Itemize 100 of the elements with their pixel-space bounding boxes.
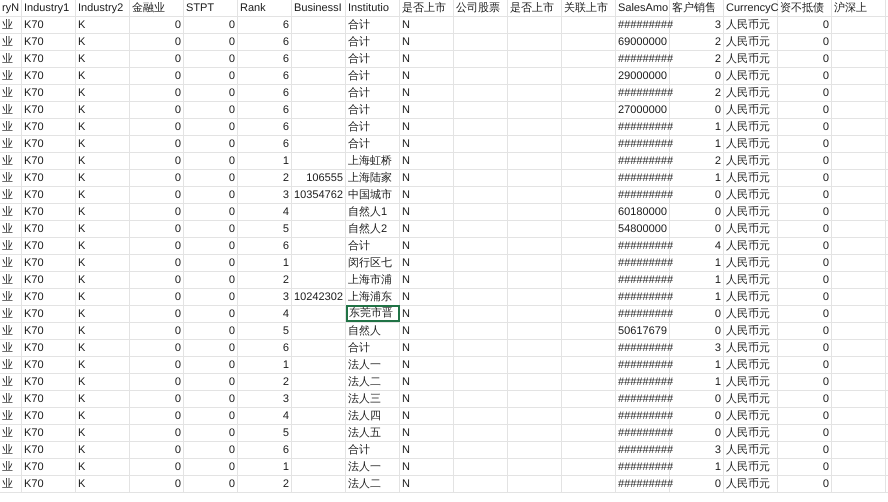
- table-cell[interactable]: 69000000: [616, 34, 670, 50]
- table-cell[interactable]: 0: [184, 459, 238, 475]
- table-cell[interactable]: 业: [0, 102, 22, 118]
- table-cell[interactable]: 人民币元: [724, 119, 778, 135]
- table-cell[interactable]: 0: [130, 238, 184, 254]
- table-cell[interactable]: K: [76, 408, 130, 424]
- table-cell[interactable]: N: [400, 442, 454, 458]
- table-cell[interactable]: 法人二: [346, 374, 400, 390]
- table-cell[interactable]: N: [400, 153, 454, 169]
- table-cell[interactable]: K70: [22, 442, 76, 458]
- table-cell[interactable]: 0: [778, 323, 832, 339]
- table-cell[interactable]: K70: [22, 221, 76, 237]
- table-cell[interactable]: 上海陆家: [346, 170, 400, 186]
- table-cell[interactable]: 0: [778, 119, 832, 135]
- table-cell[interactable]: 业: [0, 323, 22, 339]
- table-cell[interactable]: 0: [778, 204, 832, 220]
- table-cell[interactable]: 合计: [346, 34, 400, 50]
- table-cell[interactable]: 业: [0, 425, 22, 441]
- table-cell[interactable]: K: [76, 136, 130, 152]
- table-cell[interactable]: 业: [0, 136, 22, 152]
- table-cell[interactable]: K70: [22, 391, 76, 407]
- table-cell[interactable]: N: [400, 340, 454, 356]
- table-cell[interactable]: 人民币元: [724, 408, 778, 424]
- table-cell[interactable]: N: [400, 272, 454, 288]
- table-cell[interactable]: 0: [130, 102, 184, 118]
- table-cell[interactable]: 业: [0, 68, 22, 84]
- table-cell[interactable]: 0: [778, 459, 832, 475]
- table-cell[interactable]: 60180000: [616, 204, 670, 220]
- table-cell[interactable]: 0: [184, 238, 238, 254]
- table-cell[interactable]: 东莞市晋: [346, 305, 400, 322]
- table-cell[interactable]: 人民币元: [724, 136, 778, 152]
- table-cell[interactable]: 0: [130, 204, 184, 220]
- table-cell[interactable]: N: [400, 357, 454, 373]
- table-cell[interactable]: K: [76, 255, 130, 271]
- table-cell[interactable]: N: [400, 289, 454, 305]
- table-cell[interactable]: 0: [184, 102, 238, 118]
- table-cell[interactable]: 业: [0, 272, 22, 288]
- table-cell[interactable]: 上海浦东: [346, 289, 400, 305]
- table-cell[interactable]: 0: [184, 374, 238, 390]
- table-cell[interactable]: 0: [130, 442, 184, 458]
- table-cell[interactable]: K70: [22, 255, 76, 271]
- table-cell[interactable]: 法人三: [346, 391, 400, 407]
- table-cell[interactable]: 0: [130, 476, 184, 492]
- table-cell[interactable]: 0: [184, 306, 238, 322]
- table-cell[interactable]: 业: [0, 374, 22, 390]
- table-cell[interactable]: 闵行区七: [346, 255, 400, 271]
- table-cell[interactable]: 4: [238, 408, 292, 424]
- table-cell[interactable]: 0: [670, 204, 724, 220]
- table-cell[interactable]: 0: [184, 272, 238, 288]
- table-cell[interactable]: N: [400, 17, 454, 33]
- table-cell[interactable]: 0: [778, 51, 832, 67]
- table-cell[interactable]: 5: [238, 221, 292, 237]
- table-cell[interactable]: 0: [130, 374, 184, 390]
- table-cell[interactable]: 人民币元: [724, 357, 778, 373]
- table-cell[interactable]: 0: [670, 102, 724, 118]
- table-cell[interactable]: 3: [238, 187, 292, 203]
- table-cell[interactable]: 1: [238, 255, 292, 271]
- table-cell[interactable]: 5: [238, 323, 292, 339]
- table-cell[interactable]: 合计: [346, 442, 400, 458]
- table-cell[interactable]: 0: [184, 425, 238, 441]
- table-cell[interactable]: 0: [130, 408, 184, 424]
- table-cell[interactable]: 业: [0, 476, 22, 492]
- table-cell[interactable]: K: [76, 51, 130, 67]
- table-cell[interactable]: K: [76, 85, 130, 101]
- table-cell[interactable]: K: [76, 289, 130, 305]
- table-cell[interactable]: 0: [778, 289, 832, 305]
- table-cell[interactable]: 法人四: [346, 408, 400, 424]
- table-cell[interactable]: 业: [0, 238, 22, 254]
- table-cell[interactable]: 4: [238, 306, 292, 322]
- table-cell[interactable]: 人民币元: [724, 51, 778, 67]
- table-cell[interactable]: 10242302: [292, 289, 346, 305]
- table-cell[interactable]: K: [76, 306, 130, 322]
- table-cell[interactable]: 业: [0, 187, 22, 203]
- table-cell[interactable]: N: [400, 255, 454, 271]
- table-cell[interactable]: 业: [0, 85, 22, 101]
- table-cell[interactable]: K: [76, 170, 130, 186]
- table-cell[interactable]: 0: [184, 442, 238, 458]
- table-cell[interactable]: 0: [184, 255, 238, 271]
- table-cell[interactable]: 50617679: [616, 323, 670, 339]
- table-cell[interactable]: 0: [778, 17, 832, 33]
- table-cell[interactable]: 0: [778, 391, 832, 407]
- table-cell[interactable]: 0: [130, 153, 184, 169]
- table-cell[interactable]: 0: [130, 289, 184, 305]
- table-cell[interactable]: 0: [130, 187, 184, 203]
- table-cell[interactable]: K: [76, 442, 130, 458]
- table-cell[interactable]: K70: [22, 306, 76, 322]
- table-cell[interactable]: N: [400, 323, 454, 339]
- table-cell[interactable]: 6: [238, 136, 292, 152]
- table-cell[interactable]: 0: [130, 340, 184, 356]
- table-cell[interactable]: 业: [0, 170, 22, 186]
- table-cell[interactable]: 合计: [346, 136, 400, 152]
- table-cell[interactable]: 0: [184, 136, 238, 152]
- table-cell[interactable]: 业: [0, 255, 22, 271]
- table-cell[interactable]: 0: [670, 68, 724, 84]
- table-cell[interactable]: 人民币元: [724, 374, 778, 390]
- table-cell[interactable]: 人民币元: [724, 476, 778, 492]
- table-cell[interactable]: 人民币元: [724, 323, 778, 339]
- table-cell[interactable]: 1: [238, 357, 292, 373]
- table-cell[interactable]: K70: [22, 459, 76, 475]
- table-cell[interactable]: K: [76, 425, 130, 441]
